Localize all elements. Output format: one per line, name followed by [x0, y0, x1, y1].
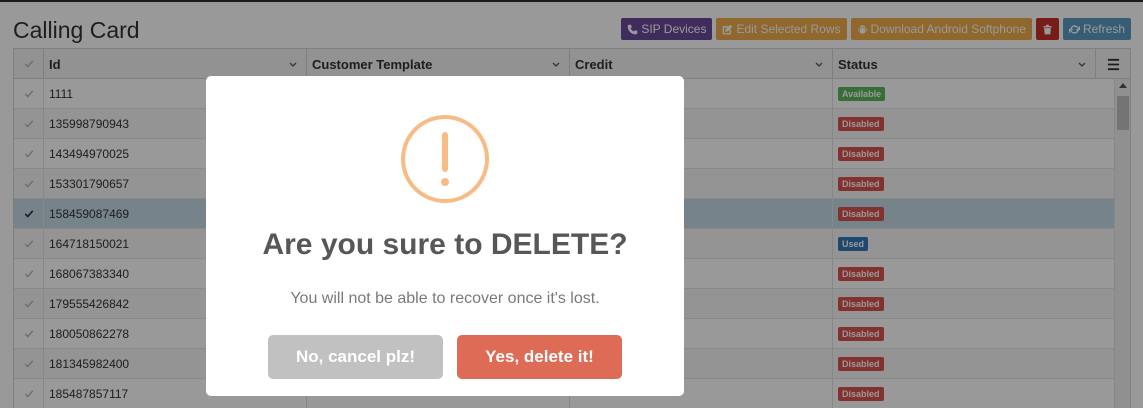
cancel-button[interactable]: No, cancel plz!	[268, 335, 443, 379]
delete-confirm-dialog: Are you sure to DELETE? You will not be …	[206, 76, 684, 396]
dialog-text: You will not be able to recover once it'…	[290, 290, 600, 307]
confirm-delete-button[interactable]: Yes, delete it!	[457, 335, 622, 379]
dialog-title: Are you sure to DELETE?	[262, 228, 628, 261]
warning-icon	[400, 114, 490, 204]
